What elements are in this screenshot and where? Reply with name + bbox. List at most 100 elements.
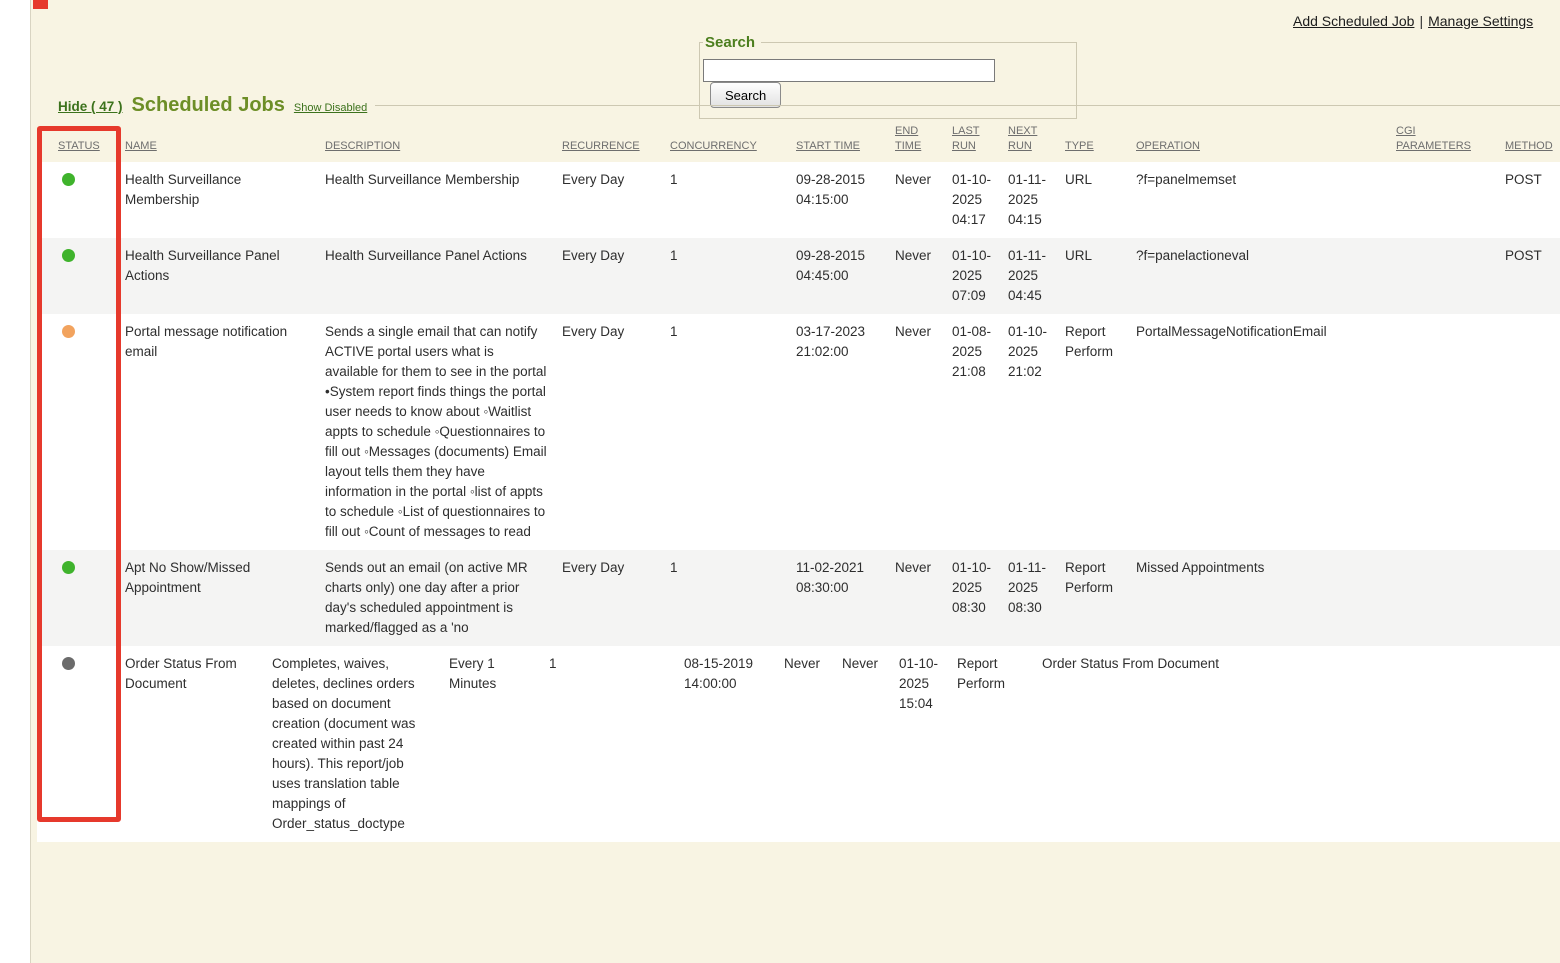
column-header-last-run[interactable]: LAST RUN (946, 120, 1002, 162)
column-header-end-time[interactable]: END TIME (889, 120, 946, 162)
page-title: Scheduled Jobs (132, 94, 285, 117)
job-concurrency: 1 (664, 550, 790, 646)
column-header-recurrence[interactable]: RECURRENCE (556, 120, 664, 162)
table-row: Health Surveillance Membership Health Su… (37, 162, 1560, 238)
job-end-time: Never (889, 162, 946, 238)
job-name: Apt No Show/Missed Appointment (119, 550, 319, 646)
job-cgi-parameters (1390, 238, 1499, 314)
column-header-description[interactable]: DESCRIPTION (319, 120, 556, 162)
job-type: Report Perform (1059, 314, 1130, 550)
job-last-run: 01-10-2025 04:17 (946, 162, 1002, 238)
section-divider-line (375, 105, 1560, 106)
job-last-run: 01-10-2025 07:09 (946, 238, 1002, 314)
section-header: Hide ( 47 ) Scheduled Jobs Show Disabled (58, 94, 1560, 117)
jobs-table-secondary: Order Status From Document Completes, wa… (37, 646, 1560, 842)
job-type: Report Perform (951, 646, 1036, 842)
page: Add Scheduled Job|Manage Settings Search… (30, 0, 1560, 963)
column-header-concurrency[interactable]: CONCURRENCY (664, 120, 790, 162)
job-last-run: 01-10-2025 08:30 (946, 550, 1002, 646)
job-recurrence: Every Day (556, 314, 664, 550)
job-start-time: 09-28-2015 04:45:00 (790, 238, 889, 314)
status-dot (62, 173, 75, 186)
table-row: Health Surveillance Panel Actions Health… (37, 238, 1560, 314)
status-cell (37, 550, 119, 646)
job-name: Health Surveillance Membership (119, 162, 319, 238)
status-cell (37, 162, 119, 238)
job-end-time: Never (889, 550, 946, 646)
job-operation: Missed Appointments (1130, 550, 1390, 646)
job-end-time: Never (889, 238, 946, 314)
top-links: Add Scheduled Job|Manage Settings (1293, 13, 1533, 29)
add-scheduled-job-link[interactable]: Add Scheduled Job (1293, 13, 1414, 29)
job-cgi-parameters (1390, 314, 1499, 550)
job-concurrency: 1 (664, 238, 790, 314)
job-recurrence: Every Day (556, 238, 664, 314)
job-description: Health Surveillance Membership (319, 162, 556, 238)
search-legend: Search (703, 34, 761, 51)
status-cell (37, 238, 119, 314)
job-concurrency: 1 (543, 646, 678, 842)
table-row: Apt No Show/Missed Appointment Sends out… (37, 550, 1560, 646)
job-operation: ?f=panelactioneval (1130, 238, 1390, 314)
job-recurrence: Every Day (556, 162, 664, 238)
status-cell (37, 646, 119, 842)
column-header-start-time[interactable]: START TIME (790, 120, 889, 162)
hide-link[interactable]: Hide ( 47 ) (58, 99, 123, 114)
job-recurrence: Every Day (556, 550, 664, 646)
status-dot (62, 657, 75, 670)
job-method (1486, 646, 1560, 842)
job-description: Completes, waives, deletes, declines ord… (266, 646, 443, 842)
manage-settings-link[interactable]: Manage Settings (1428, 13, 1533, 29)
column-header-type[interactable]: TYPE (1059, 120, 1130, 162)
jobs-tbody: Health Surveillance Membership Health Su… (37, 162, 1560, 646)
job-description: Sends out an email (on active MR charts … (319, 550, 556, 646)
job-method (1499, 314, 1560, 550)
job-name: Order Status From Document (119, 646, 266, 842)
job-description: Sends a single email that can notify ACT… (319, 314, 556, 550)
job-method (1499, 550, 1560, 646)
table-header-row: STATUS NAME DESCRIPTION RECURRENCE CONCU… (37, 120, 1560, 162)
job-operation: Order Status From Document (1036, 646, 1366, 842)
job-type: URL (1059, 238, 1130, 314)
status-cell (37, 314, 119, 550)
job-next-run: 01-10-2025 21:02 (1002, 314, 1059, 550)
table-row: Order Status From Document Completes, wa… (37, 646, 1560, 842)
column-header-name[interactable]: NAME (119, 120, 319, 162)
column-header-status[interactable]: STATUS (37, 120, 119, 162)
jobs-table-main: STATUS NAME DESCRIPTION RECURRENCE CONCU… (37, 120, 1560, 646)
show-disabled-link[interactable]: Show Disabled (294, 102, 367, 114)
job-description: Health Surveillance Panel Actions (319, 238, 556, 314)
job-type: URL (1059, 162, 1130, 238)
column-header-method[interactable]: METHOD (1499, 120, 1560, 162)
status-dot (62, 325, 75, 338)
job-next-run: 01-10-2025 15:04 (893, 646, 951, 842)
job-next-run: 01-11-2025 04:45 (1002, 238, 1059, 314)
job-type: Report Perform (1059, 550, 1130, 646)
job-operation: PortalMessageNotificationEmail (1130, 314, 1390, 550)
column-header-next-run[interactable]: NEXT RUN (1002, 120, 1059, 162)
status-dot (62, 561, 75, 574)
job-next-run: 01-11-2025 04:15 (1002, 162, 1059, 238)
job-cgi-parameters (1366, 646, 1486, 842)
job-last-run: Never (836, 646, 893, 842)
job-method: POST (1499, 238, 1560, 314)
column-header-operation[interactable]: OPERATION (1130, 120, 1390, 162)
job-start-time: 03-17-2023 21:02:00 (790, 314, 889, 550)
job-operation: ?f=panelmemset (1130, 162, 1390, 238)
job-name: Portal message notification email (119, 314, 319, 550)
job-method: POST (1499, 162, 1560, 238)
job-concurrency: 1 (664, 314, 790, 550)
jobs-tbody-2: Order Status From Document Completes, wa… (37, 646, 1560, 842)
job-start-time: 08-15-2019 14:00:00 (678, 646, 778, 842)
job-start-time: 11-02-2021 08:30:00 (790, 550, 889, 646)
job-concurrency: 1 (664, 162, 790, 238)
status-dot (62, 249, 75, 262)
job-name: Health Surveillance Panel Actions (119, 238, 319, 314)
job-cgi-parameters (1390, 162, 1499, 238)
column-header-cgi-parameters[interactable]: CGI PARAMETERS (1390, 120, 1499, 162)
table-row: Portal message notification email Sends … (37, 314, 1560, 550)
red-marker (33, 0, 48, 9)
search-input[interactable] (703, 59, 995, 82)
job-next-run: 01-11-2025 08:30 (1002, 550, 1059, 646)
scheduled-jobs-table: STATUS NAME DESCRIPTION RECURRENCE CONCU… (37, 120, 1560, 842)
